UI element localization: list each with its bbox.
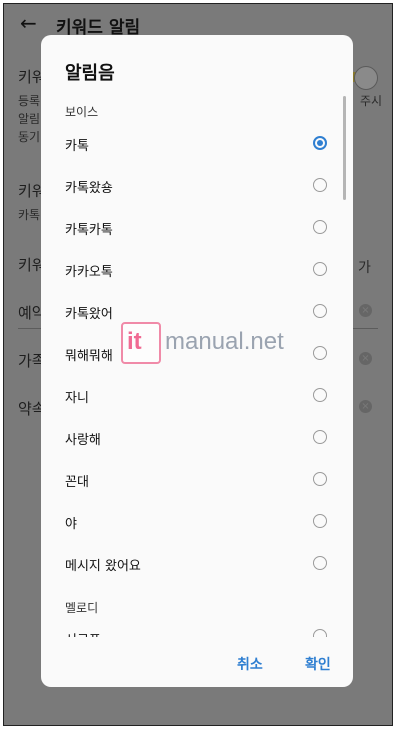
keyword-toggle[interactable] (354, 66, 378, 90)
dialog-title: 알림음 (65, 63, 115, 84)
sound-option[interactable]: 야 (41, 501, 353, 543)
radio-button[interactable] (313, 514, 327, 528)
bg-row-desc: 가 (358, 260, 371, 276)
radio-button[interactable] (313, 262, 327, 276)
watermark: it manual.net (121, 322, 287, 364)
sound-option[interactable]: 자니 (41, 375, 353, 417)
watermark-logo-box: it (121, 322, 161, 364)
sound-option[interactable]: 메시지 왔어요 (41, 543, 353, 585)
sound-option-label: 뭐해뭐해 (65, 349, 113, 364)
sound-option-label: 시크프 (65, 629, 101, 637)
radio-button[interactable] (313, 178, 327, 192)
watermark-text: manual.net (165, 328, 284, 355)
bg-row-desc: 동기 (18, 130, 41, 144)
sound-option-label: 카톡 (65, 139, 89, 154)
cancel-button[interactable]: 취소 (237, 654, 263, 674)
radio-button[interactable] (313, 346, 327, 360)
sound-option[interactable]: 카카오톡 (41, 249, 353, 291)
delete-icon[interactable]: × (359, 352, 372, 365)
radio-button[interactable] (313, 472, 327, 486)
screen: ← 키워드 알림 키워 등록 알림 동기 주시 키워 카톡 키워 가 예약 × … (3, 3, 393, 726)
sound-option[interactable]: 카톡왔숑 (41, 165, 353, 207)
sound-option-label: 카카오톡 (65, 265, 113, 280)
bg-row-desc: 카톡 (18, 208, 41, 222)
sound-option-label: 야 (65, 517, 77, 532)
radio-button[interactable] (313, 136, 327, 150)
sound-option[interactable]: 카톡 (41, 123, 353, 165)
radio-button[interactable] (313, 304, 327, 318)
bg-row-desc: 등록 (18, 94, 41, 108)
delete-icon[interactable]: × (359, 400, 372, 413)
section-header-voice: 보이스 (65, 105, 99, 119)
sound-option-label: 카톡왔어 (65, 307, 113, 322)
radio-button[interactable] (313, 220, 327, 234)
sound-option[interactable]: 사랑해 (41, 417, 353, 459)
confirm-button[interactable]: 확인 (305, 654, 331, 674)
radio-button[interactable] (313, 629, 327, 637)
bg-row-desc: 주시 (360, 94, 383, 108)
sound-option-label: 카톡카톡 (65, 223, 113, 238)
sound-option-label: 사랑해 (65, 433, 101, 448)
sound-option-label: 카톡왔숑 (65, 181, 113, 196)
sound-option-label: 꼰대 (65, 475, 89, 490)
sound-option-label: 메시지 왔어요 (65, 559, 141, 574)
section-header-melody: 멜로디 (65, 601, 99, 615)
radio-button[interactable] (313, 430, 327, 444)
bg-row-desc: 알림 (18, 112, 41, 126)
radio-button[interactable] (313, 388, 327, 402)
radio-button[interactable] (313, 556, 327, 570)
delete-icon[interactable]: × (359, 304, 372, 317)
sound-option[interactable]: 꼰대 (41, 459, 353, 501)
sound-option-partial[interactable]: 시크프 (41, 625, 353, 637)
watermark-logo-text: it (127, 328, 142, 355)
sound-option-label: 자니 (65, 391, 89, 406)
sound-option[interactable]: 카톡카톡 (41, 207, 353, 249)
back-arrow-icon[interactable]: ← (20, 11, 37, 35)
